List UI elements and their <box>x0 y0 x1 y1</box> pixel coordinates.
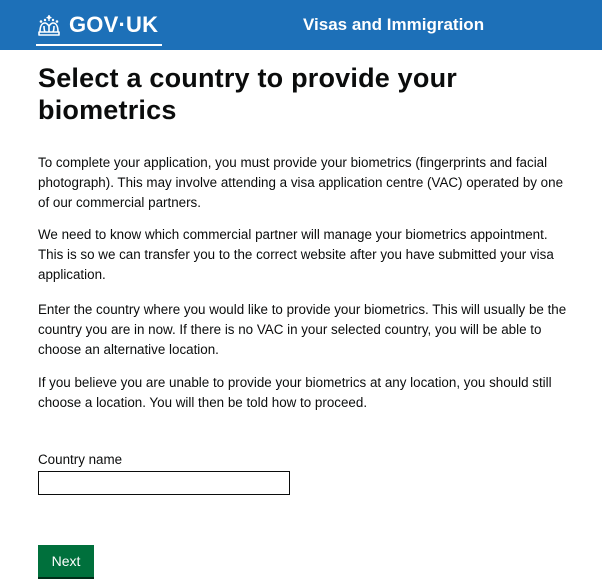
intro-paragraph-3: Enter the country where you would like t… <box>38 302 567 357</box>
logo-underline <box>36 44 162 46</box>
country-name-input[interactable] <box>38 471 290 495</box>
page-title: Select a country to provide your biometr… <box>38 63 457 125</box>
intro-paragraph-2: We need to know which commercial partner… <box>38 227 554 282</box>
site-header: GOV·UK Visas and Immigration <box>0 0 602 50</box>
govuk-logo-link[interactable]: GOV·UK <box>36 8 158 42</box>
govuk-logo-text: GOV·UK <box>69 12 159 37</box>
intro-paragraph-4: If you believe you are unable to provide… <box>38 375 552 410</box>
service-name-link[interactable]: Visas and Immigration <box>303 13 493 37</box>
next-button[interactable]: Next <box>38 545 94 577</box>
main-content: Select a country to provide your biometr… <box>38 62 568 577</box>
country-name-label: Country name <box>38 452 123 467</box>
intro-paragraph-1: To complete your application, you must p… <box>38 155 564 210</box>
crown-icon <box>38 15 60 36</box>
